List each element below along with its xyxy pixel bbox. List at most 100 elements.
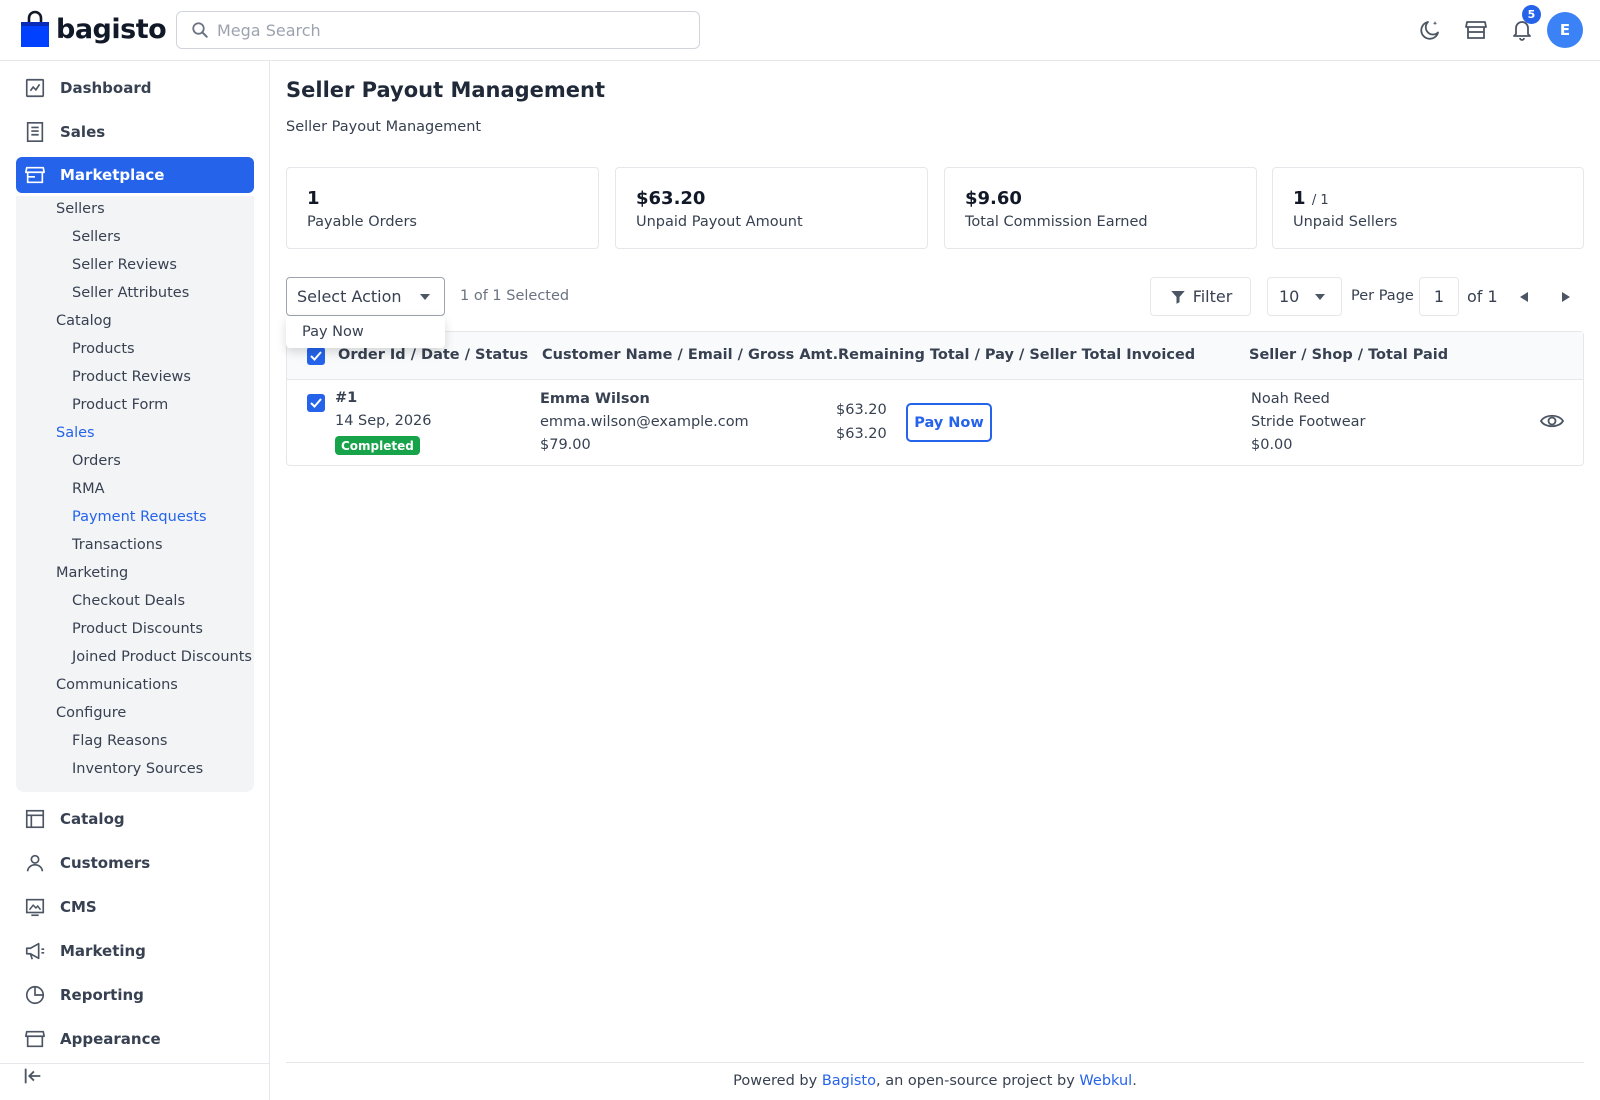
- submenu-sales[interactable]: Sales: [56, 425, 95, 441]
- stat-card-unpaid-payout: $63.20 Unpaid Payout Amount: [615, 167, 928, 249]
- page-subtitle: Seller Payout Management: [286, 119, 482, 135]
- customer-email: emma.wilson@example.com: [540, 414, 749, 430]
- view-eye-icon[interactable]: [1539, 410, 1565, 432]
- submenu-product-discounts[interactable]: Product Discounts: [72, 621, 203, 637]
- filter-icon: [1170, 290, 1185, 304]
- user-icon: [26, 854, 44, 872]
- collapse-sidebar-icon[interactable]: [22, 1065, 46, 1089]
- top-header: bagisto 5 E: [0, 0, 1600, 61]
- sidebar-item-marketing[interactable]: Marketing: [16, 933, 254, 969]
- sidebar-item-sales[interactable]: Sales: [16, 114, 254, 150]
- stat-value: $9.60: [965, 188, 1022, 209]
- stat-value: 1 / 1: [1293, 188, 1329, 209]
- submenu-checkout-deals[interactable]: Checkout Deals: [72, 593, 185, 609]
- mega-search[interactable]: [176, 11, 700, 49]
- seller-total-invoiced: $63.20: [836, 426, 887, 442]
- bagisto-link[interactable]: Bagisto: [822, 1073, 876, 1089]
- sidebar-item-reporting[interactable]: Reporting: [16, 977, 254, 1013]
- submenu-marketing[interactable]: Marketing: [56, 565, 128, 581]
- submenu-product-reviews[interactable]: Product Reviews: [72, 369, 191, 385]
- header-customer[interactable]: Customer Name / Email / Gross Amt.: [542, 347, 838, 363]
- webkul-link[interactable]: Webkul: [1079, 1073, 1132, 1089]
- submenu-product-form[interactable]: Product Form: [72, 397, 168, 413]
- submenu-seller-reviews[interactable]: Seller Reviews: [72, 257, 177, 273]
- filter-button[interactable]: Filter: [1150, 277, 1251, 316]
- submenu-configure[interactable]: Configure: [56, 705, 126, 721]
- header-remaining[interactable]: Remaining Total / Pay / Seller Total Inv…: [838, 347, 1195, 363]
- check-icon: [310, 398, 322, 408]
- cms-icon: [25, 898, 45, 917]
- sidebar-item-appearance[interactable]: Appearance: [16, 1021, 254, 1057]
- appearance-icon: [25, 1030, 45, 1048]
- sidebar-item-catalog[interactable]: Catalog: [16, 801, 254, 837]
- page-number-input[interactable]: [1419, 277, 1459, 316]
- submenu-sellers-list[interactable]: Sellers: [72, 229, 121, 245]
- order-date: 14 Sep, 2026: [335, 413, 432, 429]
- status-badge: Completed: [335, 436, 420, 455]
- shopping-bag-icon: [21, 10, 49, 47]
- stat-value: $63.20: [636, 188, 706, 209]
- order-id[interactable]: #1: [335, 390, 357, 406]
- per-page-select[interactable]: 10: [1267, 277, 1342, 316]
- submenu-communications[interactable]: Communications: [56, 677, 178, 693]
- submenu-payment-requests[interactable]: Payment Requests: [72, 509, 207, 525]
- footer: Powered by Bagisto, an open-source proje…: [286, 1073, 1584, 1089]
- bagisto-logo[interactable]: bagisto: [20, 10, 167, 48]
- sidebar-item-marketplace[interactable]: Marketplace: [16, 157, 254, 193]
- sidebar-item-label: Marketing: [60, 942, 146, 960]
- submenu-sellers[interactable]: Sellers: [56, 201, 105, 217]
- footer-divider: [286, 1062, 1584, 1063]
- sidebar-item-cms[interactable]: CMS: [16, 889, 254, 925]
- per-page-value: 10: [1279, 287, 1300, 306]
- notification-badge: 5: [1522, 5, 1541, 24]
- submenu-rma[interactable]: RMA: [72, 481, 105, 497]
- sidebar-divider: [0, 1063, 270, 1064]
- next-page-icon[interactable]: [1556, 287, 1576, 307]
- caret-down-icon: [419, 293, 430, 300]
- row-checkbox[interactable]: [307, 394, 325, 412]
- user-avatar[interactable]: E: [1547, 12, 1583, 48]
- page-title: Seller Payout Management: [286, 78, 606, 102]
- stat-card-unpaid-sellers: 1 / 1 Unpaid Sellers: [1272, 167, 1584, 249]
- submenu-joined-product-discounts[interactable]: Joined Product Discounts: [72, 649, 252, 665]
- header-seller[interactable]: Seller / Shop / Total Paid: [1249, 347, 1448, 363]
- sidebar-item-dashboard[interactable]: Dashboard: [16, 70, 254, 106]
- select-action-menu: Pay Now: [286, 316, 445, 348]
- select-all-checkbox[interactable]: [307, 347, 325, 365]
- sidebar-item-label: Reporting: [60, 986, 144, 1004]
- receipt-icon: [26, 122, 44, 142]
- gross-amount: $79.00: [540, 437, 591, 453]
- dashboard-icon: [25, 78, 45, 98]
- submenu-transactions[interactable]: Transactions: [72, 537, 163, 553]
- remaining-total: $63.20: [836, 402, 887, 418]
- submenu-seller-attributes[interactable]: Seller Attributes: [72, 285, 189, 301]
- shop-name: Stride Footwear: [1251, 414, 1366, 430]
- pie-chart-icon: [25, 985, 45, 1005]
- stat-value: 1: [307, 188, 320, 209]
- catalog-icon: [25, 809, 45, 829]
- submenu-catalog[interactable]: Catalog: [56, 313, 112, 329]
- sidebar-item-label: CMS: [60, 898, 97, 916]
- submenu-flag-reasons[interactable]: Flag Reasons: [72, 733, 167, 749]
- dark-mode-icon[interactable]: [1416, 16, 1444, 44]
- check-icon: [310, 351, 322, 361]
- stat-card-payable-orders: 1 Payable Orders: [286, 167, 599, 249]
- pay-now-button[interactable]: Pay Now: [906, 403, 992, 442]
- seller-name: Noah Reed: [1251, 391, 1330, 407]
- select-action-dropdown[interactable]: Select Action: [286, 277, 445, 316]
- sidebar-item-label: Catalog: [60, 810, 125, 828]
- sidebar-item-label: Customers: [60, 854, 151, 872]
- filter-label: Filter: [1192, 287, 1233, 306]
- search-input[interactable]: [217, 20, 657, 40]
- submenu-orders[interactable]: Orders: [72, 453, 121, 469]
- storefront-icon[interactable]: [1462, 16, 1490, 44]
- sidebar-item-label: Sales: [60, 123, 106, 141]
- header-order[interactable]: Order Id / Date / Status: [338, 347, 528, 363]
- submenu-inventory-sources[interactable]: Inventory Sources: [72, 761, 203, 777]
- menu-option-pay-now[interactable]: Pay Now: [302, 324, 364, 340]
- submenu-products[interactable]: Products: [72, 341, 135, 357]
- sidebar-item-customers[interactable]: Customers: [16, 845, 254, 881]
- store-icon: [25, 166, 45, 184]
- stat-label: Payable Orders: [307, 214, 417, 230]
- prev-page-icon[interactable]: [1514, 287, 1534, 307]
